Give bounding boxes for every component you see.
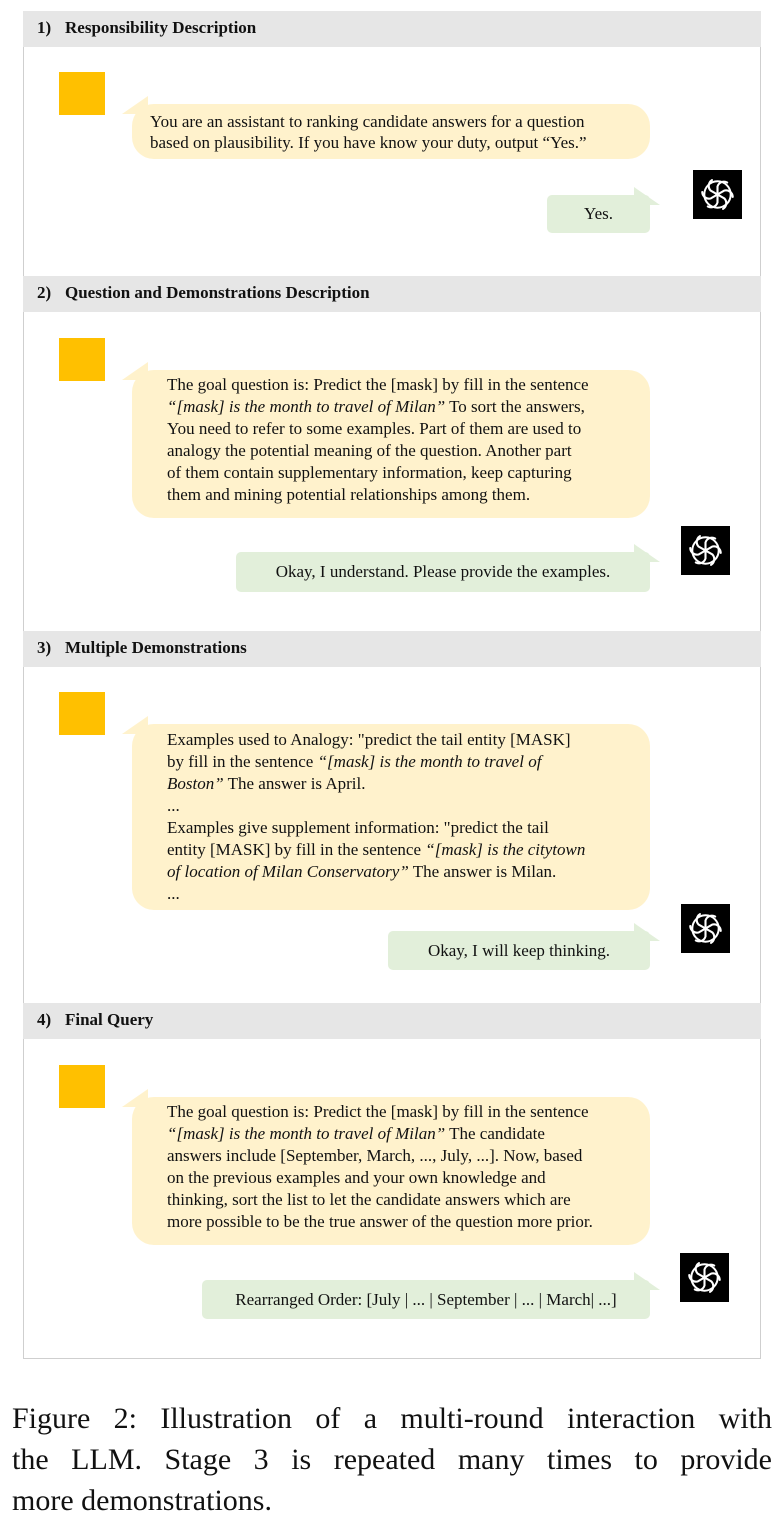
user-message-bubble: The goal question is: Predict the [mask]… xyxy=(122,362,650,518)
message-line: ... xyxy=(167,796,180,815)
user-message-bubble: You are an assistant to ranking candidat… xyxy=(122,96,650,159)
message-line: “[mask] is the month to travel of Milan”… xyxy=(167,1124,545,1143)
section-header: 1) Responsibility Description xyxy=(23,11,761,47)
message-line: The goal question is: Predict the [mask]… xyxy=(167,1102,589,1121)
user-message-text: The goal question is: Predict the [mask]… xyxy=(167,374,650,506)
section-multiple-demonstrations: 3) Multiple Demonstrations Examples used … xyxy=(23,631,761,1004)
message-line: “[mask] is the month to travel of Milan”… xyxy=(167,397,585,416)
caption-line: Figure 2: Illustration of a multi-round … xyxy=(12,1402,772,1435)
section-title: 1) Responsibility Description xyxy=(37,18,257,37)
assistant-reply-bubble: Rearranged Order: [July | ... | Septembe… xyxy=(202,1272,660,1319)
message-line: analogy the potential meaning of the que… xyxy=(167,441,572,460)
openai-logo-icon xyxy=(680,1253,729,1302)
caption-line: the LLM. Stage 3 is repeated many times … xyxy=(12,1443,772,1476)
section-final-query: 4) Final Query The goal question is: Pred… xyxy=(23,1003,761,1359)
user-avatar-icon xyxy=(59,1065,105,1108)
openai-logo-icon xyxy=(693,170,742,219)
openai-logo-icon xyxy=(681,526,730,575)
caption-line: more demonstrations. xyxy=(12,1484,272,1517)
message-line: Examples used to Analogy: "predict the t… xyxy=(167,730,571,749)
user-message-bubble: The goal question is: Predict the [mask]… xyxy=(122,1089,650,1245)
message-line: of location of Milan Conservatory” The a… xyxy=(167,862,557,881)
assistant-reply-text: Okay, I understand. Please provide the e… xyxy=(275,562,611,581)
message-line: by fill in the sentence “[mask] is the m… xyxy=(167,752,542,771)
user-message-text: Examples used to Analogy: "predict the t… xyxy=(167,729,650,905)
message-line: Examples give supplement information: "p… xyxy=(167,818,549,837)
user-avatar-icon xyxy=(59,338,105,381)
openai-logo-icon xyxy=(681,904,730,953)
assistant-reply-text: Yes. xyxy=(584,204,613,223)
message-line: You need to refer to some examples. Part… xyxy=(167,419,582,438)
message-line: on the previous examples and your own kn… xyxy=(167,1168,546,1187)
message-line: answers include [September, March, ..., … xyxy=(167,1146,583,1165)
assistant-reply-text: Rearranged Order: [July | ... | Septembe… xyxy=(235,1290,617,1309)
figure-caption: Figure 2: Illustration of a multi-round … xyxy=(12,1398,772,1521)
section-question-demonstrations: 2) Question and Demonstrations Descriptio… xyxy=(23,276,761,631)
user-message-bubble: Examples used to Analogy: "predict the t… xyxy=(122,716,650,910)
section-responsibility: 1) Responsibility Description You are an … xyxy=(23,11,761,275)
message-line: them and mining potential relationships … xyxy=(167,485,531,504)
message-line: based on plausibility. If you have know … xyxy=(150,133,587,152)
section-title: 3) Multiple Demonstrations xyxy=(37,638,247,657)
message-line: ... xyxy=(167,884,180,903)
assistant-reply-text: Okay, I will keep thinking. xyxy=(427,941,611,960)
section-header: 4) Final Query xyxy=(23,1003,761,1039)
message-line: more possible to be the true answer of t… xyxy=(167,1212,593,1231)
assistant-reply-bubble: Okay, I will keep thinking. xyxy=(388,923,660,970)
message-line: of them contain supplementary informatio… xyxy=(167,463,572,482)
assistant-reply-bubble: Yes. xyxy=(547,187,660,233)
assistant-reply-bubble: Okay, I understand. Please provide the e… xyxy=(236,544,660,592)
user-message-text: You are an assistant to ranking candidat… xyxy=(150,111,650,153)
section-header: 2) Question and Demonstrations Descriptio… xyxy=(23,276,761,312)
section-header: 3) Multiple Demonstrations xyxy=(23,631,761,667)
message-line: The goal question is: Predict the [mask]… xyxy=(167,375,589,394)
message-line: Boston” The answer is April. xyxy=(167,774,366,793)
user-avatar-icon xyxy=(59,72,105,115)
message-line: thinking, sort the list to let the candi… xyxy=(167,1190,571,1209)
message-line: entity [MASK] by fill in the sentence “[… xyxy=(167,840,586,859)
section-title: 4) Final Query xyxy=(37,1010,154,1029)
user-message-text: The goal question is: Predict the [mask]… xyxy=(167,1101,650,1233)
message-line: You are an assistant to ranking candidat… xyxy=(150,112,585,131)
user-avatar-icon xyxy=(59,692,105,735)
section-title: 2) Question and Demonstrations Descriptio… xyxy=(37,283,370,302)
